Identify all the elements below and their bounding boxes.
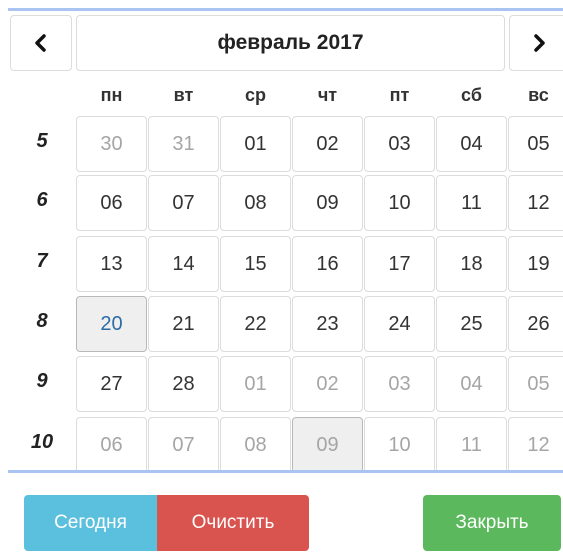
day-cell[interactable]: 28 bbox=[148, 356, 219, 412]
day-cell[interactable]: 12 bbox=[508, 175, 563, 231]
chevron-right-icon bbox=[534, 34, 545, 52]
week-number: 10 bbox=[30, 430, 54, 453]
day-cell[interactable]: 02 bbox=[292, 116, 363, 172]
day-cell[interactable]: 18 bbox=[436, 236, 507, 292]
day-cell[interactable]: 16 bbox=[292, 236, 363, 292]
week-number: 5 bbox=[36, 129, 48, 152]
clear-button[interactable]: Очистить bbox=[157, 495, 309, 551]
day-cell[interactable]: 07 bbox=[148, 417, 219, 473]
close-button[interactable]: Закрыть bbox=[423, 495, 561, 551]
day-cell[interactable]: 22 bbox=[220, 296, 291, 352]
bottom-divider bbox=[8, 470, 563, 473]
chevron-left-icon bbox=[35, 34, 46, 52]
prev-month-button[interactable] bbox=[10, 15, 72, 71]
day-cell[interactable]: 07 bbox=[148, 175, 219, 231]
day-cell[interactable]: 01 bbox=[220, 116, 291, 172]
day-cell[interactable]: 17 bbox=[364, 236, 435, 292]
day-cell[interactable]: 12 bbox=[508, 417, 563, 473]
weekday-header: вт bbox=[173, 84, 194, 105]
day-cell[interactable]: 03 bbox=[364, 356, 435, 412]
day-cell[interactable]: 20 bbox=[76, 296, 147, 352]
day-cell[interactable]: 11 bbox=[436, 417, 507, 473]
day-cell[interactable]: 23 bbox=[292, 296, 363, 352]
day-cell[interactable]: 08 bbox=[220, 417, 291, 473]
month-title[interactable]: февраль 2017 bbox=[76, 15, 505, 71]
day-cell[interactable]: 13 bbox=[76, 236, 147, 292]
day-cell[interactable]: 25 bbox=[436, 296, 507, 352]
day-cell[interactable]: 10 bbox=[364, 417, 435, 473]
weekday-header: пт bbox=[389, 84, 410, 105]
next-month-button[interactable] bbox=[509, 15, 563, 71]
day-cell[interactable]: 14 bbox=[148, 236, 219, 292]
today-button[interactable]: Сегодня bbox=[24, 495, 157, 551]
day-cell[interactable]: 09 bbox=[292, 175, 363, 231]
weekday-header: ср bbox=[244, 84, 266, 105]
week-number: 9 bbox=[36, 369, 48, 392]
day-cell[interactable]: 03 bbox=[364, 116, 435, 172]
day-cell[interactable]: 21 bbox=[148, 296, 219, 352]
day-cell[interactable]: 24 bbox=[364, 296, 435, 352]
week-number: 8 bbox=[36, 309, 48, 332]
weekday-header: сб bbox=[461, 84, 482, 105]
day-cell[interactable]: 26 bbox=[508, 296, 563, 352]
weekday-header: чт bbox=[317, 84, 338, 105]
day-cell[interactable]: 02 bbox=[292, 356, 363, 412]
day-cell[interactable]: 01 bbox=[220, 356, 291, 412]
day-cell[interactable]: 11 bbox=[436, 175, 507, 231]
day-cell[interactable]: 27 bbox=[76, 356, 147, 412]
day-cell[interactable]: 19 bbox=[508, 236, 563, 292]
day-cell[interactable]: 09 bbox=[292, 417, 363, 473]
weekday-header: пн bbox=[100, 84, 123, 105]
day-cell[interactable]: 04 bbox=[436, 116, 507, 172]
week-number: 6 bbox=[36, 188, 48, 211]
day-cell[interactable]: 04 bbox=[436, 356, 507, 412]
day-cell[interactable]: 08 bbox=[220, 175, 291, 231]
weekday-header: вс bbox=[528, 84, 549, 105]
day-cell[interactable]: 30 bbox=[76, 116, 147, 172]
date-picker: февраль 2017 пн вт ср чт пт сб вс 5 30 31 01 02 03 04… bbox=[0, 0, 563, 556]
day-cell[interactable]: 05 bbox=[508, 356, 563, 412]
day-cell[interactable]: 06 bbox=[76, 175, 147, 231]
day-cell[interactable]: 31 bbox=[148, 116, 219, 172]
day-cell[interactable]: 05 bbox=[508, 116, 563, 172]
day-cell[interactable]: 10 bbox=[364, 175, 435, 231]
top-divider bbox=[8, 8, 563, 11]
day-cell[interactable]: 15 bbox=[220, 236, 291, 292]
week-number: 7 bbox=[36, 249, 48, 272]
day-cell[interactable]: 06 bbox=[76, 417, 147, 473]
